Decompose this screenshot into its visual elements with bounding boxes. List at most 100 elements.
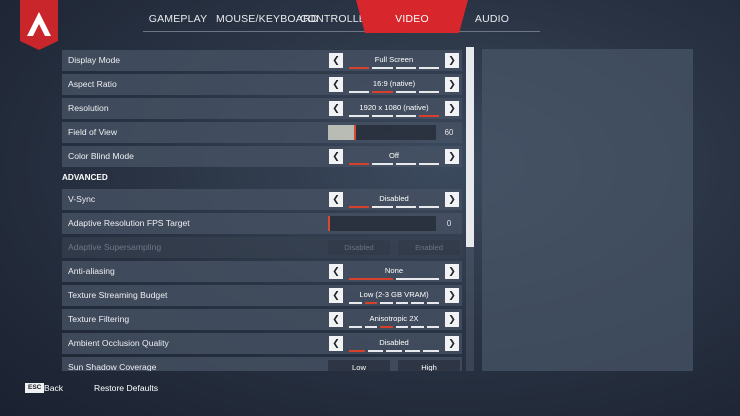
option-segment: [349, 206, 370, 208]
setting-texture-streaming-budget: Texture Streaming Budget ❮ Low (2-3 GB V…: [62, 285, 462, 306]
section-heading-advanced: ADVANCED: [62, 173, 108, 182]
setting-label: Adaptive Resolution FPS Target: [68, 218, 190, 228]
tab-audio[interactable]: AUDIO: [464, 0, 520, 33]
option-low-button[interactable]: Low: [328, 360, 390, 371]
previous-option-button[interactable]: ❮: [329, 101, 343, 116]
option-segment: [395, 206, 416, 208]
setting-ambient-occlusion: Ambient Occlusion Quality ❮ Disabled ❯: [62, 333, 462, 354]
option-indicator: [349, 326, 439, 328]
previous-option-button[interactable]: ❮: [329, 77, 343, 92]
option-segment: [418, 67, 439, 69]
restore-defaults-button[interactable]: Restore Defaults: [94, 381, 158, 395]
previous-option-button[interactable]: ❮: [329, 312, 343, 327]
previous-option-button[interactable]: ❮: [329, 288, 343, 303]
setting-label: Aspect Ratio: [68, 79, 117, 89]
previous-option-button[interactable]: ❮: [329, 149, 343, 164]
option-segment: [395, 326, 408, 328]
footer-bar: ESC Back Restore Defaults: [0, 376, 740, 400]
setting-aspect-ratio: Aspect Ratio ❮ 16:9 (native) ❯: [62, 74, 462, 95]
option-segment: [418, 163, 439, 165]
next-option-button[interactable]: ❯: [445, 288, 459, 303]
option-segment: [372, 163, 393, 165]
option-segment: [395, 302, 408, 304]
slider-handle[interactable]: [354, 125, 356, 140]
setting-label: Texture Filtering: [68, 314, 130, 324]
option-segment: [404, 350, 421, 352]
option-segment: [372, 115, 393, 117]
option-segment: [349, 350, 365, 352]
next-option-button[interactable]: ❯: [445, 336, 459, 351]
setting-label: Adaptive Supersampling: [68, 242, 162, 252]
next-option-button[interactable]: ❯: [445, 264, 459, 279]
option-segment: [349, 163, 370, 165]
setting-anti-aliasing: Anti-aliasing ❮ None ❯: [62, 261, 462, 282]
option-segment: [386, 350, 402, 352]
setting-label: Ambient Occlusion Quality: [68, 338, 169, 348]
setting-label: V-Sync: [68, 194, 96, 204]
setting-label: Anti-aliasing: [68, 266, 115, 276]
setting-label: Resolution: [68, 103, 109, 113]
option-segment: [372, 206, 393, 208]
tab-video[interactable]: VIDEO: [356, 0, 468, 33]
option-indicator: [349, 67, 439, 69]
option-indicator: [349, 206, 439, 208]
next-option-button[interactable]: ❯: [445, 53, 459, 68]
setting-label: Display Mode: [68, 55, 121, 65]
option-segment: [349, 278, 393, 280]
option-indicator: [349, 115, 439, 117]
option-segment: [411, 302, 424, 304]
tab-mouse-keyboard[interactable]: MOUSE/KEYBOARD: [216, 0, 318, 33]
option-segment: [349, 91, 370, 93]
next-option-button[interactable]: ❯: [445, 312, 459, 327]
option-segment: [395, 278, 439, 280]
next-option-button[interactable]: ❯: [445, 77, 459, 92]
setting-adaptive-fps-target: Adaptive Resolution FPS Target 0: [62, 213, 462, 234]
setting-color-blind-mode: Color Blind Mode ❮ Off ❯: [62, 146, 462, 167]
slider-fill: [328, 125, 355, 140]
option-disabled-button: Disabled: [328, 240, 390, 255]
description-panel: [482, 49, 693, 371]
option-indicator: [349, 302, 439, 304]
option-segment: [380, 326, 393, 328]
esc-key-icon[interactable]: ESC: [25, 383, 45, 393]
video-settings-panel: Display Mode ❮ Full Screen ❯ Aspect Rati…: [60, 47, 463, 371]
option-segment: [349, 67, 370, 69]
option-segment: [395, 67, 416, 69]
option-high-button[interactable]: High: [398, 360, 460, 371]
next-option-button[interactable]: ❯: [445, 149, 459, 164]
previous-option-button[interactable]: ❮: [329, 264, 343, 279]
back-button[interactable]: Back: [44, 381, 63, 395]
option-segment: [364, 302, 377, 304]
setting-resolution: Resolution ❮ 1920 x 1080 (native) ❯: [62, 98, 462, 119]
option-enabled-button: Enabled: [398, 240, 460, 255]
option-segment: [426, 302, 439, 304]
previous-option-button[interactable]: ❮: [329, 336, 343, 351]
slider-value: 60: [444, 128, 454, 137]
settings-scrollbar[interactable]: [466, 47, 474, 371]
next-option-button[interactable]: ❯: [445, 101, 459, 116]
option-segment: [349, 115, 370, 117]
option-indicator: [349, 163, 439, 165]
top-tabs: GAMEPLAY MOUSE/KEYBOARD CONTROLLER VIDEO…: [0, 0, 740, 33]
fov-slider[interactable]: [328, 125, 436, 140]
setting-vsync: V-Sync ❮ Disabled ❯: [62, 189, 462, 210]
previous-option-button[interactable]: ❮: [329, 192, 343, 207]
setting-label: Field of View: [68, 127, 118, 137]
option-segment: [380, 302, 393, 304]
option-indicator: [349, 91, 439, 93]
option-segment: [364, 326, 377, 328]
setting-sun-shadow-coverage: Sun Shadow Coverage Low High: [62, 357, 462, 371]
option-segment: [395, 163, 416, 165]
option-segment: [395, 91, 416, 93]
option-segment: [418, 115, 439, 117]
setting-texture-filtering: Texture Filtering ❮ Anisotropic 2X ❯: [62, 309, 462, 330]
adaptive-fps-slider[interactable]: [328, 216, 436, 231]
option-segment: [423, 350, 439, 352]
previous-option-button[interactable]: ❮: [329, 53, 343, 68]
option-segment: [426, 326, 439, 328]
next-option-button[interactable]: ❯: [445, 192, 459, 207]
tab-gameplay[interactable]: GAMEPLAY: [142, 0, 214, 33]
scrollbar-thumb[interactable]: [466, 47, 474, 247]
setting-adaptive-supersampling: Adaptive Supersampling Disabled Enabled: [62, 237, 462, 258]
slider-handle[interactable]: [328, 216, 330, 231]
